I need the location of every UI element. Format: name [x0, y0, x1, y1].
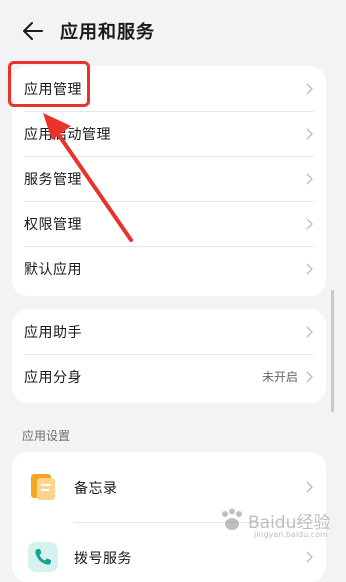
chevron-right-icon — [306, 551, 313, 563]
chevron-right-icon — [306, 173, 313, 185]
app-twin-status: 未开启 — [261, 370, 298, 384]
header: 应用和服务 — [0, 0, 346, 62]
list-item-label: 服务管理 — [24, 172, 82, 188]
list-item-label: 默认应用 — [24, 262, 82, 278]
chevron-right-icon — [306, 218, 313, 230]
list-item-service-management[interactable]: 服务管理 — [12, 156, 326, 201]
chevron-right-icon — [306, 128, 313, 140]
chevron-right-icon — [306, 263, 313, 275]
list-item-label: 应用启动管理 — [24, 127, 111, 143]
chevron-right-icon — [306, 326, 313, 338]
paw-logo-icon — [222, 508, 242, 530]
list-item-label: 应用助手 — [24, 325, 82, 341]
app-assistant-card: 应用助手 应用分身 未开启 — [12, 309, 326, 403]
list-item-app-startup-management[interactable]: 应用启动管理 — [12, 111, 326, 156]
list-item-app-twin[interactable]: 应用分身 未开启 — [12, 354, 326, 399]
divider — [24, 354, 314, 355]
annotation-highlight-box — [8, 61, 90, 107]
chevron-right-icon — [306, 371, 313, 383]
list-item-app-assistant[interactable]: 应用助手 — [12, 309, 326, 354]
page-title: 应用和服务 — [60, 22, 155, 43]
chevron-right-icon — [306, 83, 313, 95]
list-item-default-apps[interactable]: 默认应用 — [12, 246, 326, 291]
divider — [24, 111, 314, 112]
back-arrow-icon[interactable] — [20, 18, 46, 44]
divider — [24, 201, 314, 202]
watermark-url: jingyan.baidu.com — [254, 530, 328, 539]
phone-icon — [28, 542, 58, 572]
list-item-label: 权限管理 — [24, 217, 82, 233]
watermark: Baidu经验 jingyan.baidu.com — [218, 508, 340, 548]
list-item-label: 应用分身 — [24, 370, 82, 386]
divider — [24, 156, 314, 157]
notes-icon — [31, 474, 55, 500]
list-item-label: 备忘录 — [74, 481, 118, 497]
section-label-app-settings: 应用设置 — [22, 429, 71, 443]
scrollbar[interactable] — [331, 290, 334, 412]
divider — [24, 246, 314, 247]
list-item-label: 拨号服务 — [74, 551, 132, 567]
list-item-permission-management[interactable]: 权限管理 — [12, 201, 326, 246]
chevron-right-icon — [306, 481, 313, 493]
